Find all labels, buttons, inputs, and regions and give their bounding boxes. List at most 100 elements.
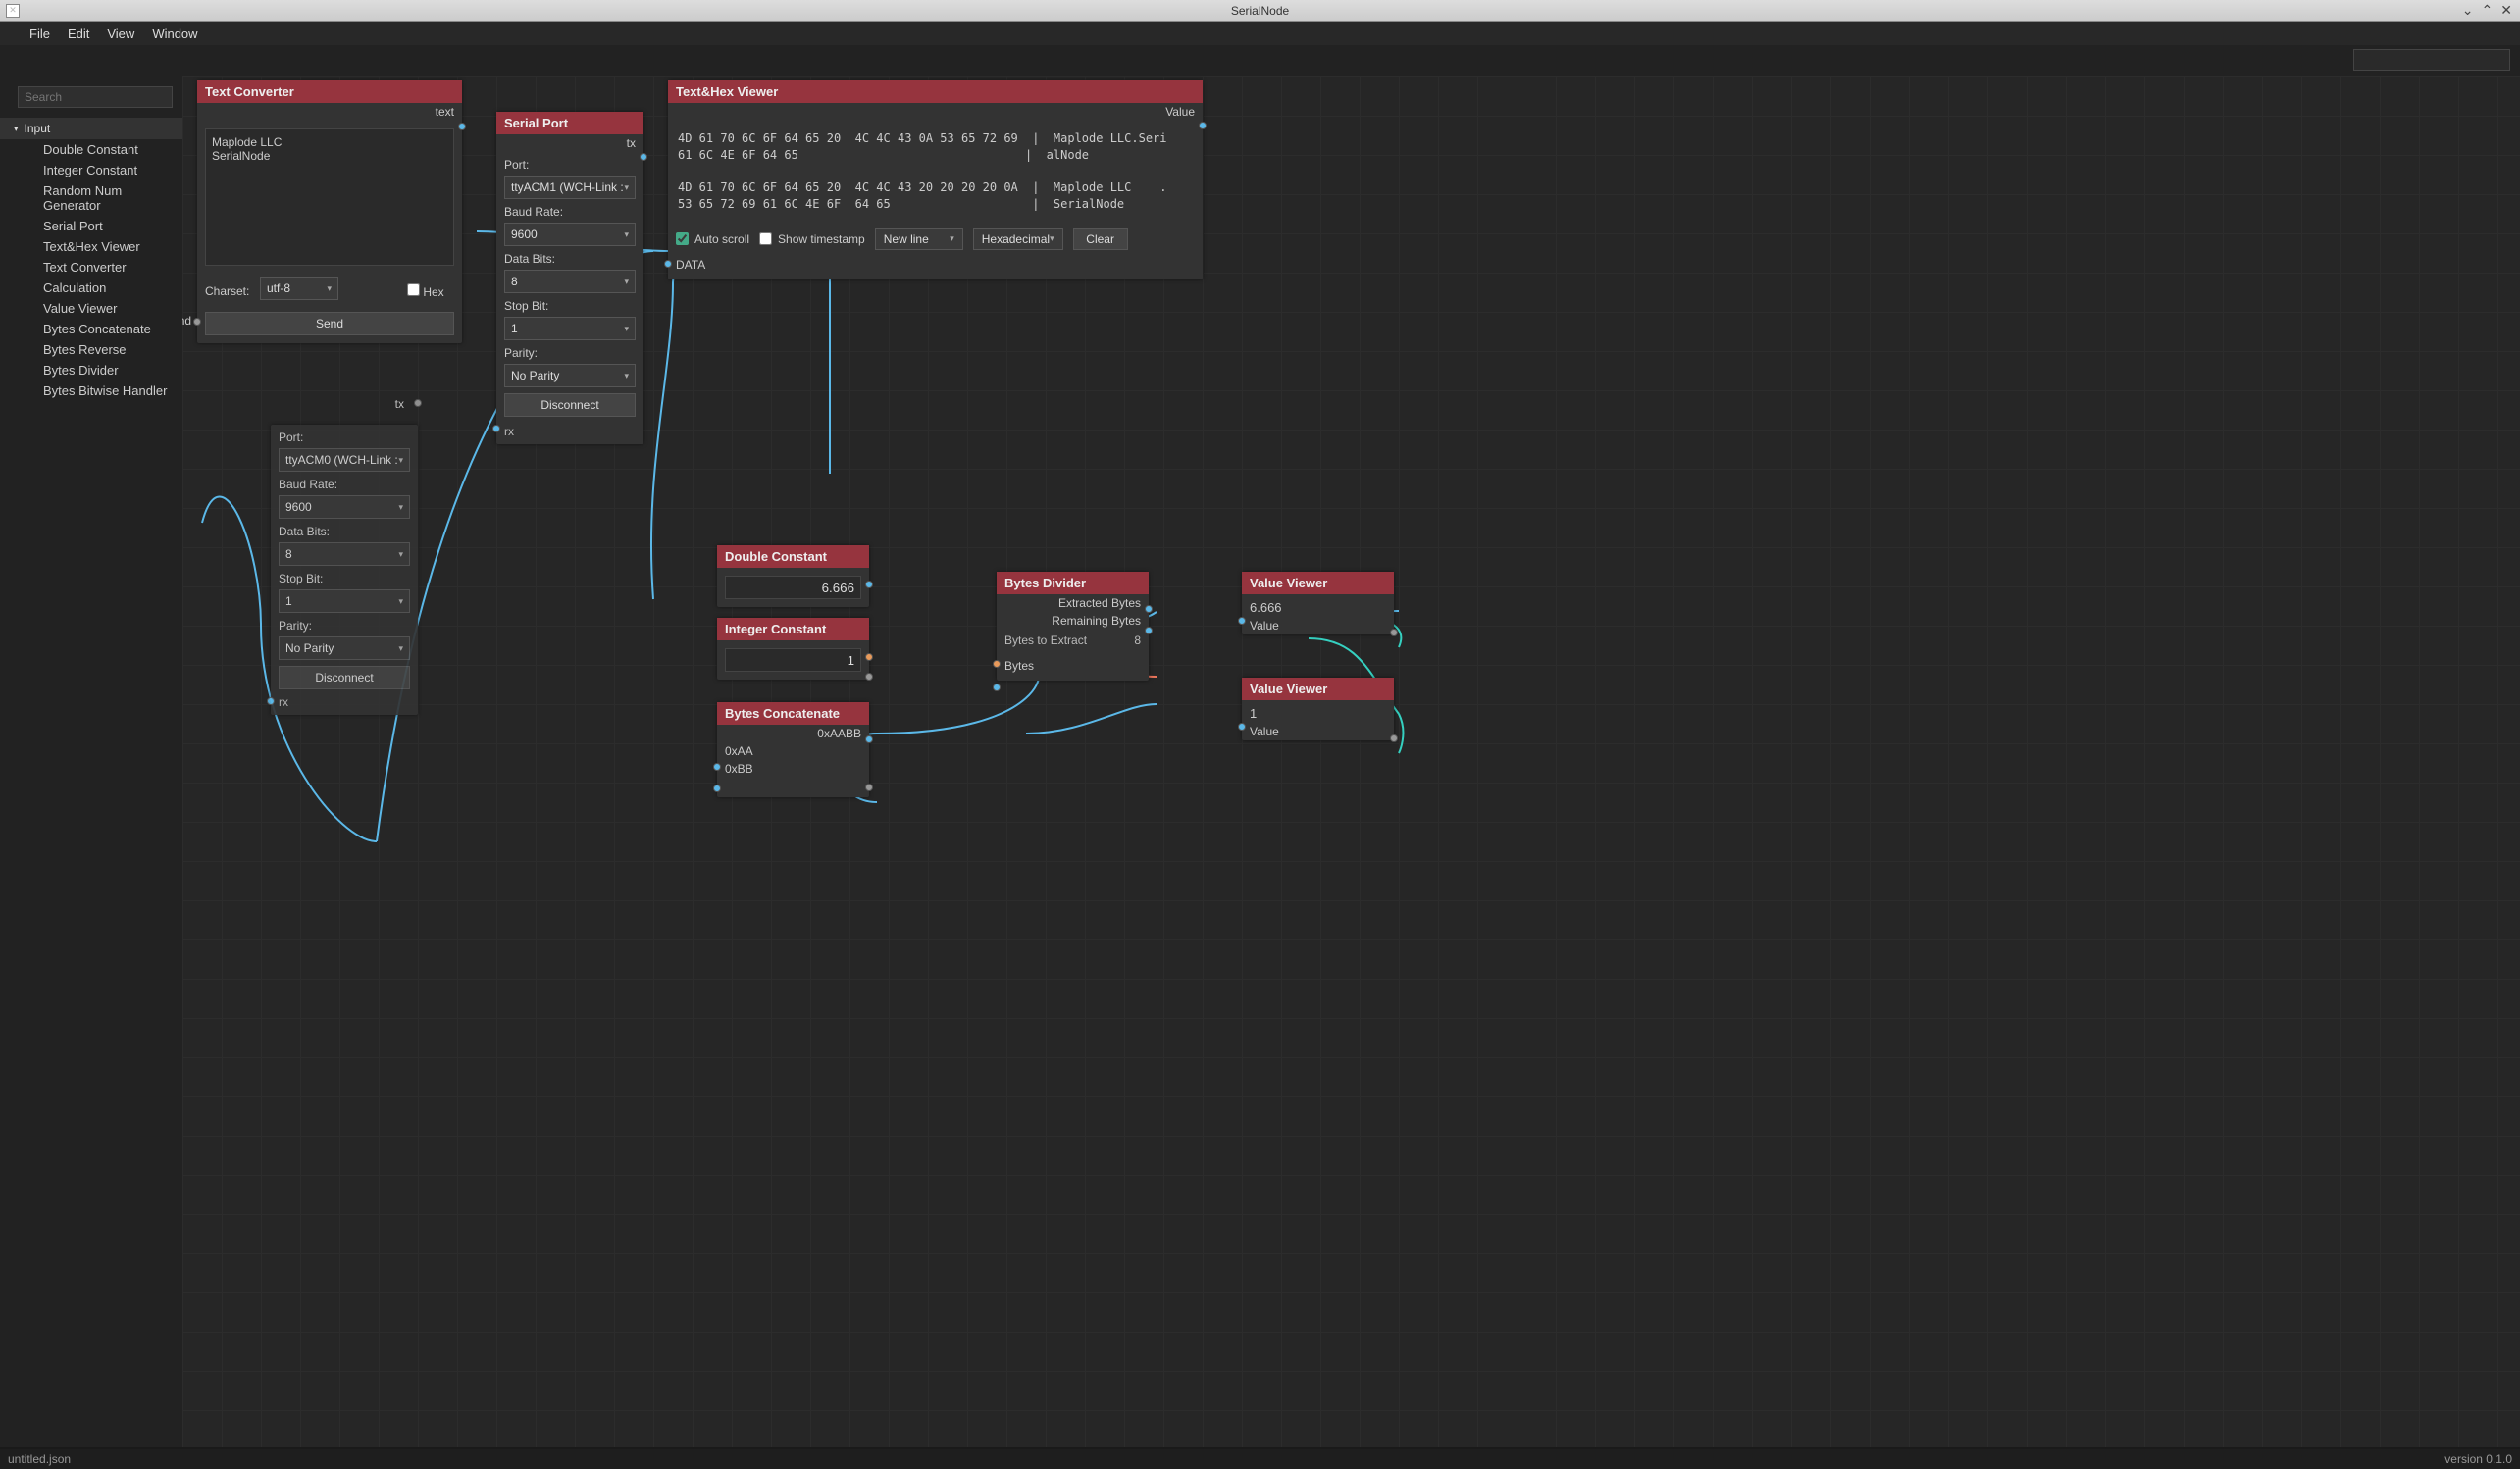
menu-edit[interactable]: Edit xyxy=(68,26,89,41)
tree-item-calculation[interactable]: Calculation xyxy=(0,278,182,298)
text-input[interactable]: Maplode LLC SerialNode xyxy=(205,128,454,266)
baud-label: Baud Rate: xyxy=(504,205,636,219)
baud-label: Baud Rate: xyxy=(279,478,410,491)
port-dot-icon[interactable] xyxy=(1145,627,1153,634)
tree-item-integer-constant[interactable]: Integer Constant xyxy=(0,160,182,180)
node-serial-port-left[interactable]: Port: ttyACM0 (WCH-Link :▾ Baud Rate: 96… xyxy=(271,425,418,715)
port-value: Value xyxy=(1242,723,1394,740)
lineending-select[interactable]: New line▾ xyxy=(875,228,963,250)
databits-select[interactable]: 8▾ xyxy=(279,542,410,566)
minimize-icon[interactable]: ⌄ xyxy=(2462,2,2474,19)
port-dot-icon[interactable] xyxy=(865,673,873,681)
charset-label: Charset: xyxy=(205,284,252,298)
port-dot-icon[interactable] xyxy=(865,653,873,661)
stopbit-select[interactable]: 1▾ xyxy=(279,589,410,613)
port-tx: tx xyxy=(387,395,412,413)
port-in2: 0xBB xyxy=(717,760,869,778)
maximize-icon[interactable]: ⌃ xyxy=(2482,2,2494,19)
port-dot-icon[interactable] xyxy=(865,784,873,791)
port-dot-icon[interactable] xyxy=(993,660,1001,668)
tree-item-text-converter[interactable]: Text Converter xyxy=(0,257,182,278)
stopbit-label: Stop Bit: xyxy=(279,572,410,585)
databits-select[interactable]: 8▾ xyxy=(504,270,636,293)
node-texthex-viewer[interactable]: Text&Hex Viewer Value 4D 61 70 6C 6F 64 … xyxy=(668,80,1203,279)
port-dot-icon[interactable] xyxy=(664,260,672,268)
menubar: File Edit View Window xyxy=(0,22,2520,45)
menu-file[interactable]: File xyxy=(29,26,50,41)
tree-item-serial-port[interactable]: Serial Port xyxy=(0,216,182,236)
node-title: Value Viewer xyxy=(1242,572,1394,594)
canvas[interactable]: Text Converter text Maplode LLC SerialNo… xyxy=(182,76,2520,1447)
port-text: text xyxy=(197,103,462,121)
port-dot-icon[interactable] xyxy=(865,735,873,743)
hex-checkbox[interactable] xyxy=(407,283,420,296)
port-dot-icon[interactable] xyxy=(1199,122,1207,129)
port-dot-icon[interactable] xyxy=(458,123,466,130)
port-dot-icon[interactable] xyxy=(1238,617,1246,625)
tree-item-double-constant[interactable]: Double Constant xyxy=(0,139,182,160)
format-select[interactable]: Hexadecimal▾ xyxy=(973,228,1063,250)
tree-item-random-num-generator[interactable]: Random Num Generator xyxy=(0,180,182,216)
baud-select[interactable]: 9600▾ xyxy=(504,223,636,246)
port-dot-icon[interactable] xyxy=(1145,605,1153,613)
port-select[interactable]: ttyACM1 (WCH-Link :▾ xyxy=(504,176,636,199)
hexdump-area: 4D 61 70 6C 6F 64 65 20 4C 4C 43 0A 53 6… xyxy=(668,121,1203,223)
port-select[interactable]: ttyACM0 (WCH-Link :▾ xyxy=(279,448,410,472)
tree-item-bytes-concatenate[interactable]: Bytes Concatenate xyxy=(0,319,182,339)
node-bytes-concatenate[interactable]: Bytes Concatenate 0xAABB 0xAA 0xBB xyxy=(717,702,869,797)
close-icon[interactable]: ✕ xyxy=(2500,2,2512,19)
disconnect-button[interactable]: Disconnect xyxy=(504,393,636,417)
menu-view[interactable]: View xyxy=(107,26,134,41)
baud-select[interactable]: 9600▾ xyxy=(279,495,410,519)
stopbit-select[interactable]: 1▾ xyxy=(504,317,636,340)
autoscroll-label: Auto scroll xyxy=(694,232,749,246)
node-title: Bytes Divider xyxy=(997,572,1149,594)
timestamp-checkbox[interactable] xyxy=(759,232,772,245)
port-dot-icon[interactable] xyxy=(1390,629,1398,636)
node-value-viewer[interactable]: Value Viewer 6.666 Value xyxy=(1242,572,1394,634)
port-dot-icon[interactable] xyxy=(414,399,422,407)
tree-item-texthex-viewer[interactable]: Text&Hex Viewer xyxy=(0,236,182,257)
node-serial-port[interactable]: Serial Port tx Port: ttyACM1 (WCH-Link :… xyxy=(496,112,643,444)
node-bytes-divider[interactable]: Bytes Divider Extracted Bytes Remaining … xyxy=(997,572,1149,681)
port-dot-icon[interactable] xyxy=(713,763,721,771)
tree-item-value-viewer[interactable]: Value Viewer xyxy=(0,298,182,319)
window-title: SerialNode xyxy=(1231,4,1289,18)
port-dot-icon[interactable] xyxy=(640,153,647,161)
autoscroll-checkbox[interactable] xyxy=(676,232,689,245)
value-input[interactable] xyxy=(725,576,861,599)
parity-select[interactable]: No Parity▾ xyxy=(279,636,410,660)
node-value-viewer[interactable]: Value Viewer 1 Value xyxy=(1242,678,1394,740)
node-integer-constant[interactable]: Integer Constant xyxy=(717,618,869,680)
to-extract-label: Bytes to Extract xyxy=(1004,633,1126,647)
tree-item-bytes-reverse[interactable]: Bytes Reverse xyxy=(0,339,182,360)
global-search-input[interactable] xyxy=(2353,49,2510,71)
search-input[interactable] xyxy=(18,86,173,108)
tree-item-bytes-bitwise-handler[interactable]: Bytes Bitwise Handler xyxy=(0,380,182,401)
port-dot-icon[interactable] xyxy=(1238,723,1246,731)
port-dot-icon[interactable] xyxy=(267,697,275,705)
clear-button[interactable]: Clear xyxy=(1073,228,1128,250)
parity-select[interactable]: No Parity▾ xyxy=(504,364,636,387)
node-title: Text&Hex Viewer xyxy=(668,80,1203,103)
port-dot-icon[interactable] xyxy=(713,785,721,792)
disconnect-button[interactable]: Disconnect xyxy=(279,666,410,689)
value-input[interactable] xyxy=(725,648,861,672)
caret-down-icon: ▾ xyxy=(327,283,332,294)
tree-item-bytes-divider[interactable]: Bytes Divider xyxy=(0,360,182,380)
node-title: Integer Constant xyxy=(717,618,869,640)
app-icon: ✕ xyxy=(6,4,20,18)
port-label: Port: xyxy=(504,158,636,172)
parity-label: Parity: xyxy=(504,346,636,360)
tree-category-input[interactable]: ▾ Input xyxy=(0,118,182,139)
port-dot-icon[interactable] xyxy=(993,684,1001,691)
port-dot-icon[interactable] xyxy=(865,581,873,588)
node-double-constant[interactable]: Double Constant xyxy=(717,545,869,607)
menu-window[interactable]: Window xyxy=(152,26,197,41)
send-button[interactable]: Send xyxy=(205,312,454,335)
port-dot-icon[interactable] xyxy=(492,425,500,432)
charset-select[interactable]: utf-8▾ xyxy=(260,277,338,300)
port-dot-icon[interactable] xyxy=(193,318,201,326)
port-dot-icon[interactable] xyxy=(1390,734,1398,742)
node-text-converter[interactable]: Text Converter text Maplode LLC SerialNo… xyxy=(197,80,462,343)
